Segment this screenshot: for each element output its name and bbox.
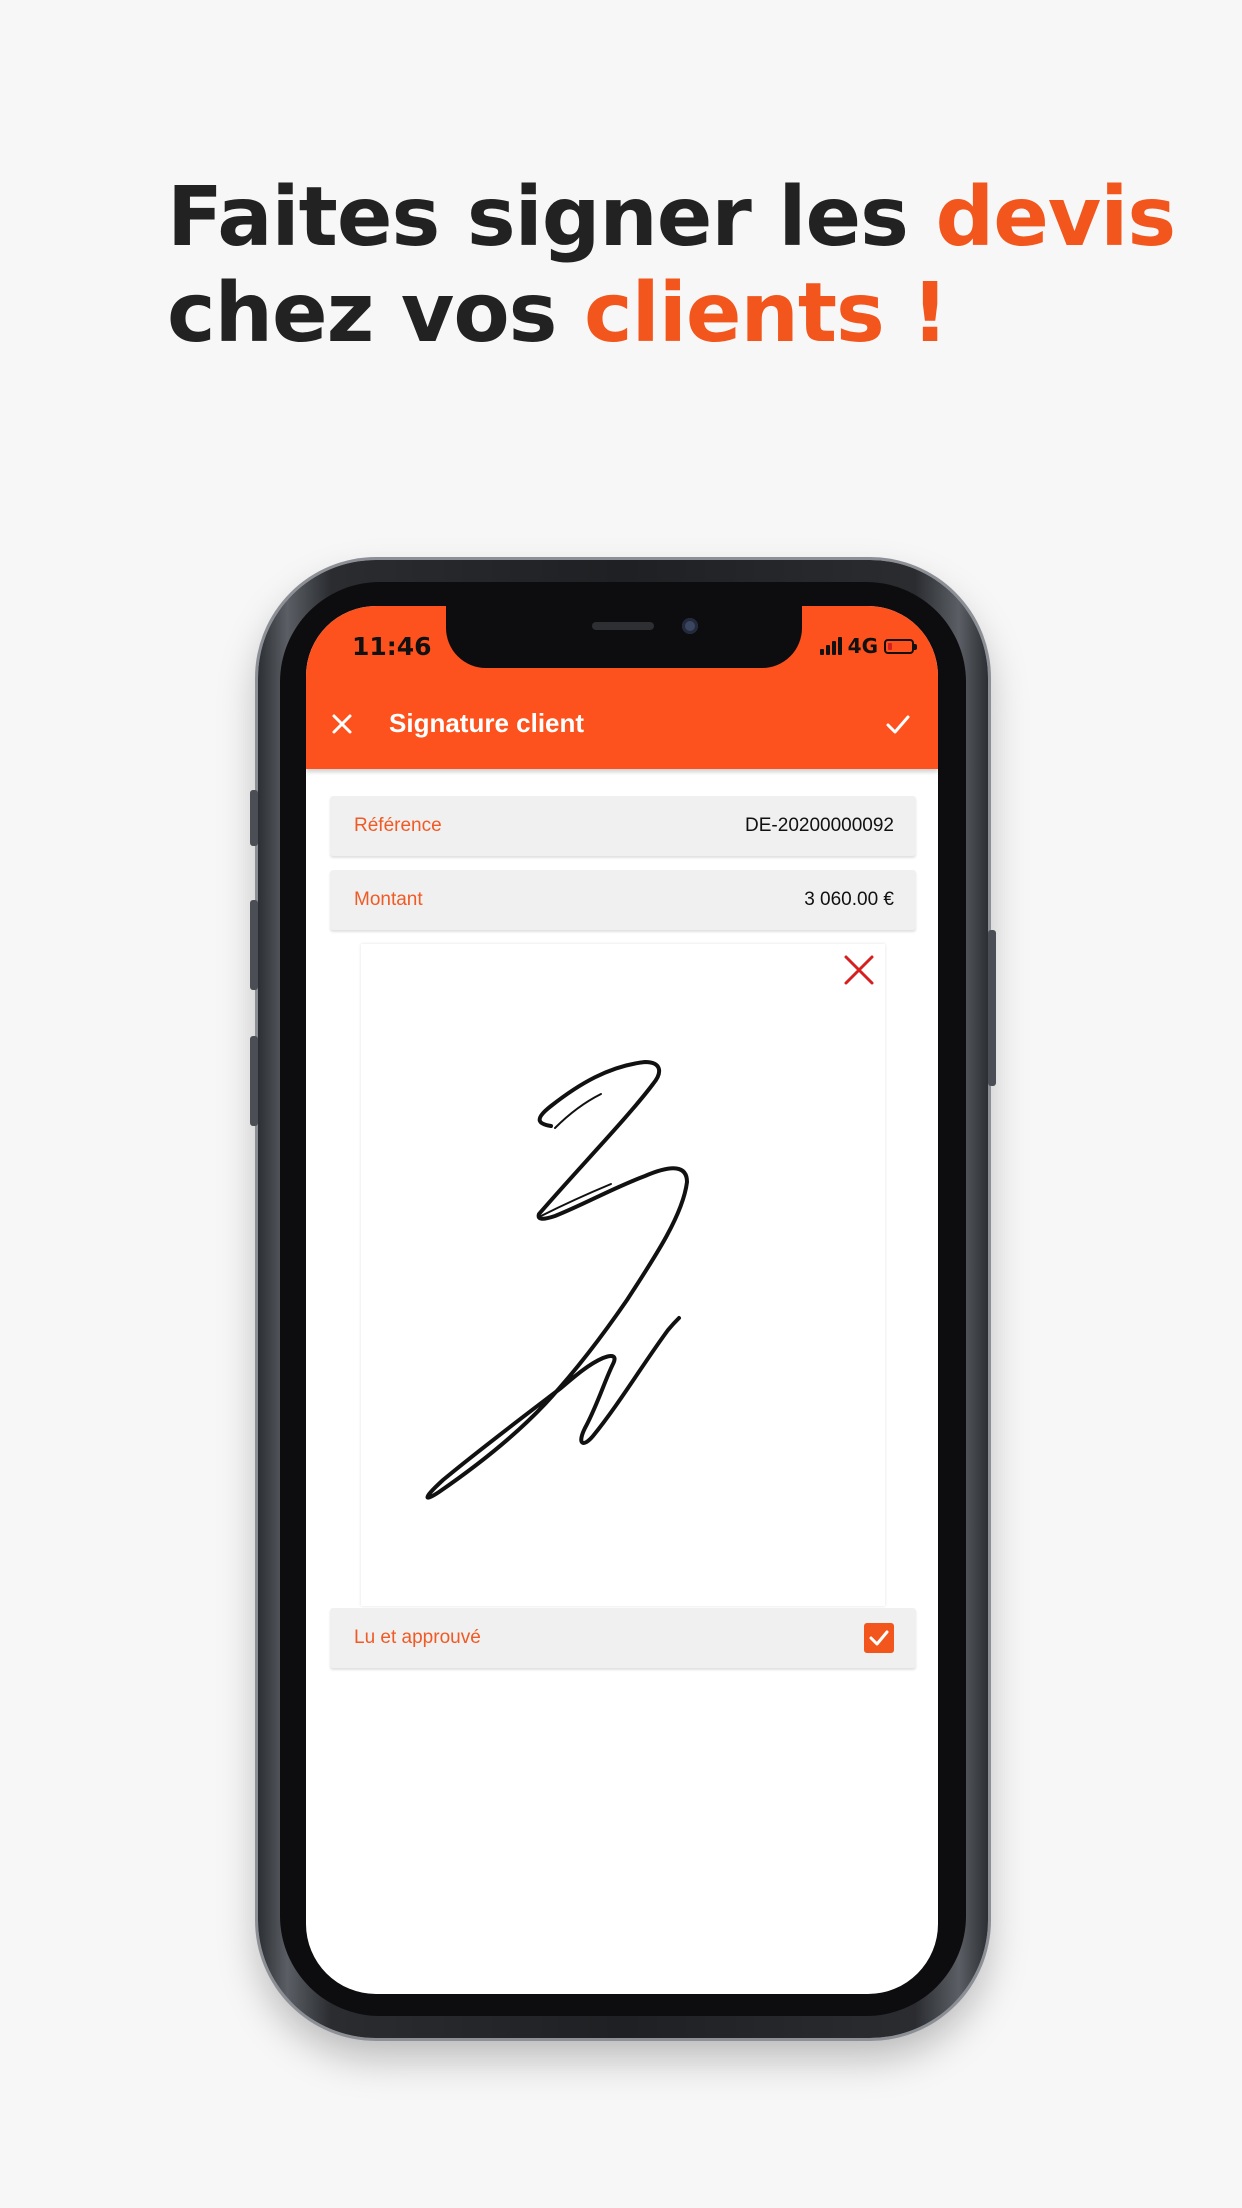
headline-accent: clients ! [584, 266, 949, 361]
status-indicators: 4G [819, 634, 917, 658]
approval-label: Lu et approuvé [354, 1627, 481, 1648]
approval-row[interactable]: Lu et approuvé [330, 1608, 916, 1668]
volume-down-button [250, 1036, 258, 1126]
speaker [592, 622, 654, 630]
close-icon[interactable] [324, 706, 360, 742]
status-time: 11:46 [352, 632, 432, 661]
signal-bars-icon [819, 637, 842, 655]
check-icon[interactable] [880, 706, 916, 742]
reference-value: DE-20200000092 [745, 815, 894, 836]
phone-screen: 11:46 4G Signature client Référence DE-2… [306, 606, 938, 1994]
headline-text: Faites signer les [167, 170, 936, 265]
silent-switch [250, 790, 258, 846]
headline-line-2: chez vos clients ! [167, 266, 1175, 362]
battery-low-icon [884, 638, 917, 654]
signature-pad[interactable] [361, 944, 885, 1606]
notch [446, 606, 802, 668]
app-bar: 11:46 4G Signature client [306, 606, 938, 769]
amount-label: Montant [354, 889, 423, 910]
clear-signature-icon[interactable] [841, 952, 877, 988]
headline-text: chez vos [167, 266, 585, 361]
camera-icon [682, 618, 698, 634]
headline: Faites signer les devis chez vos clients… [167, 170, 1177, 362]
reference-row: Référence DE-20200000092 [330, 796, 916, 856]
checkmark-icon [869, 1630, 889, 1646]
headline-accent: devis [935, 170, 1177, 265]
amount-value: 3 060.00 € [804, 889, 894, 910]
approval-checkbox[interactable] [864, 1623, 894, 1653]
signature-drawing [425, 1060, 689, 1500]
page-title: Signature client [389, 708, 585, 738]
amount-row: Montant 3 060.00 € [330, 870, 916, 930]
network-label: 4G [847, 634, 878, 658]
volume-up-button [250, 900, 258, 990]
headline-line-1: Faites signer les devis [167, 170, 1177, 266]
power-button [988, 930, 996, 1086]
reference-label: Référence [354, 815, 442, 836]
